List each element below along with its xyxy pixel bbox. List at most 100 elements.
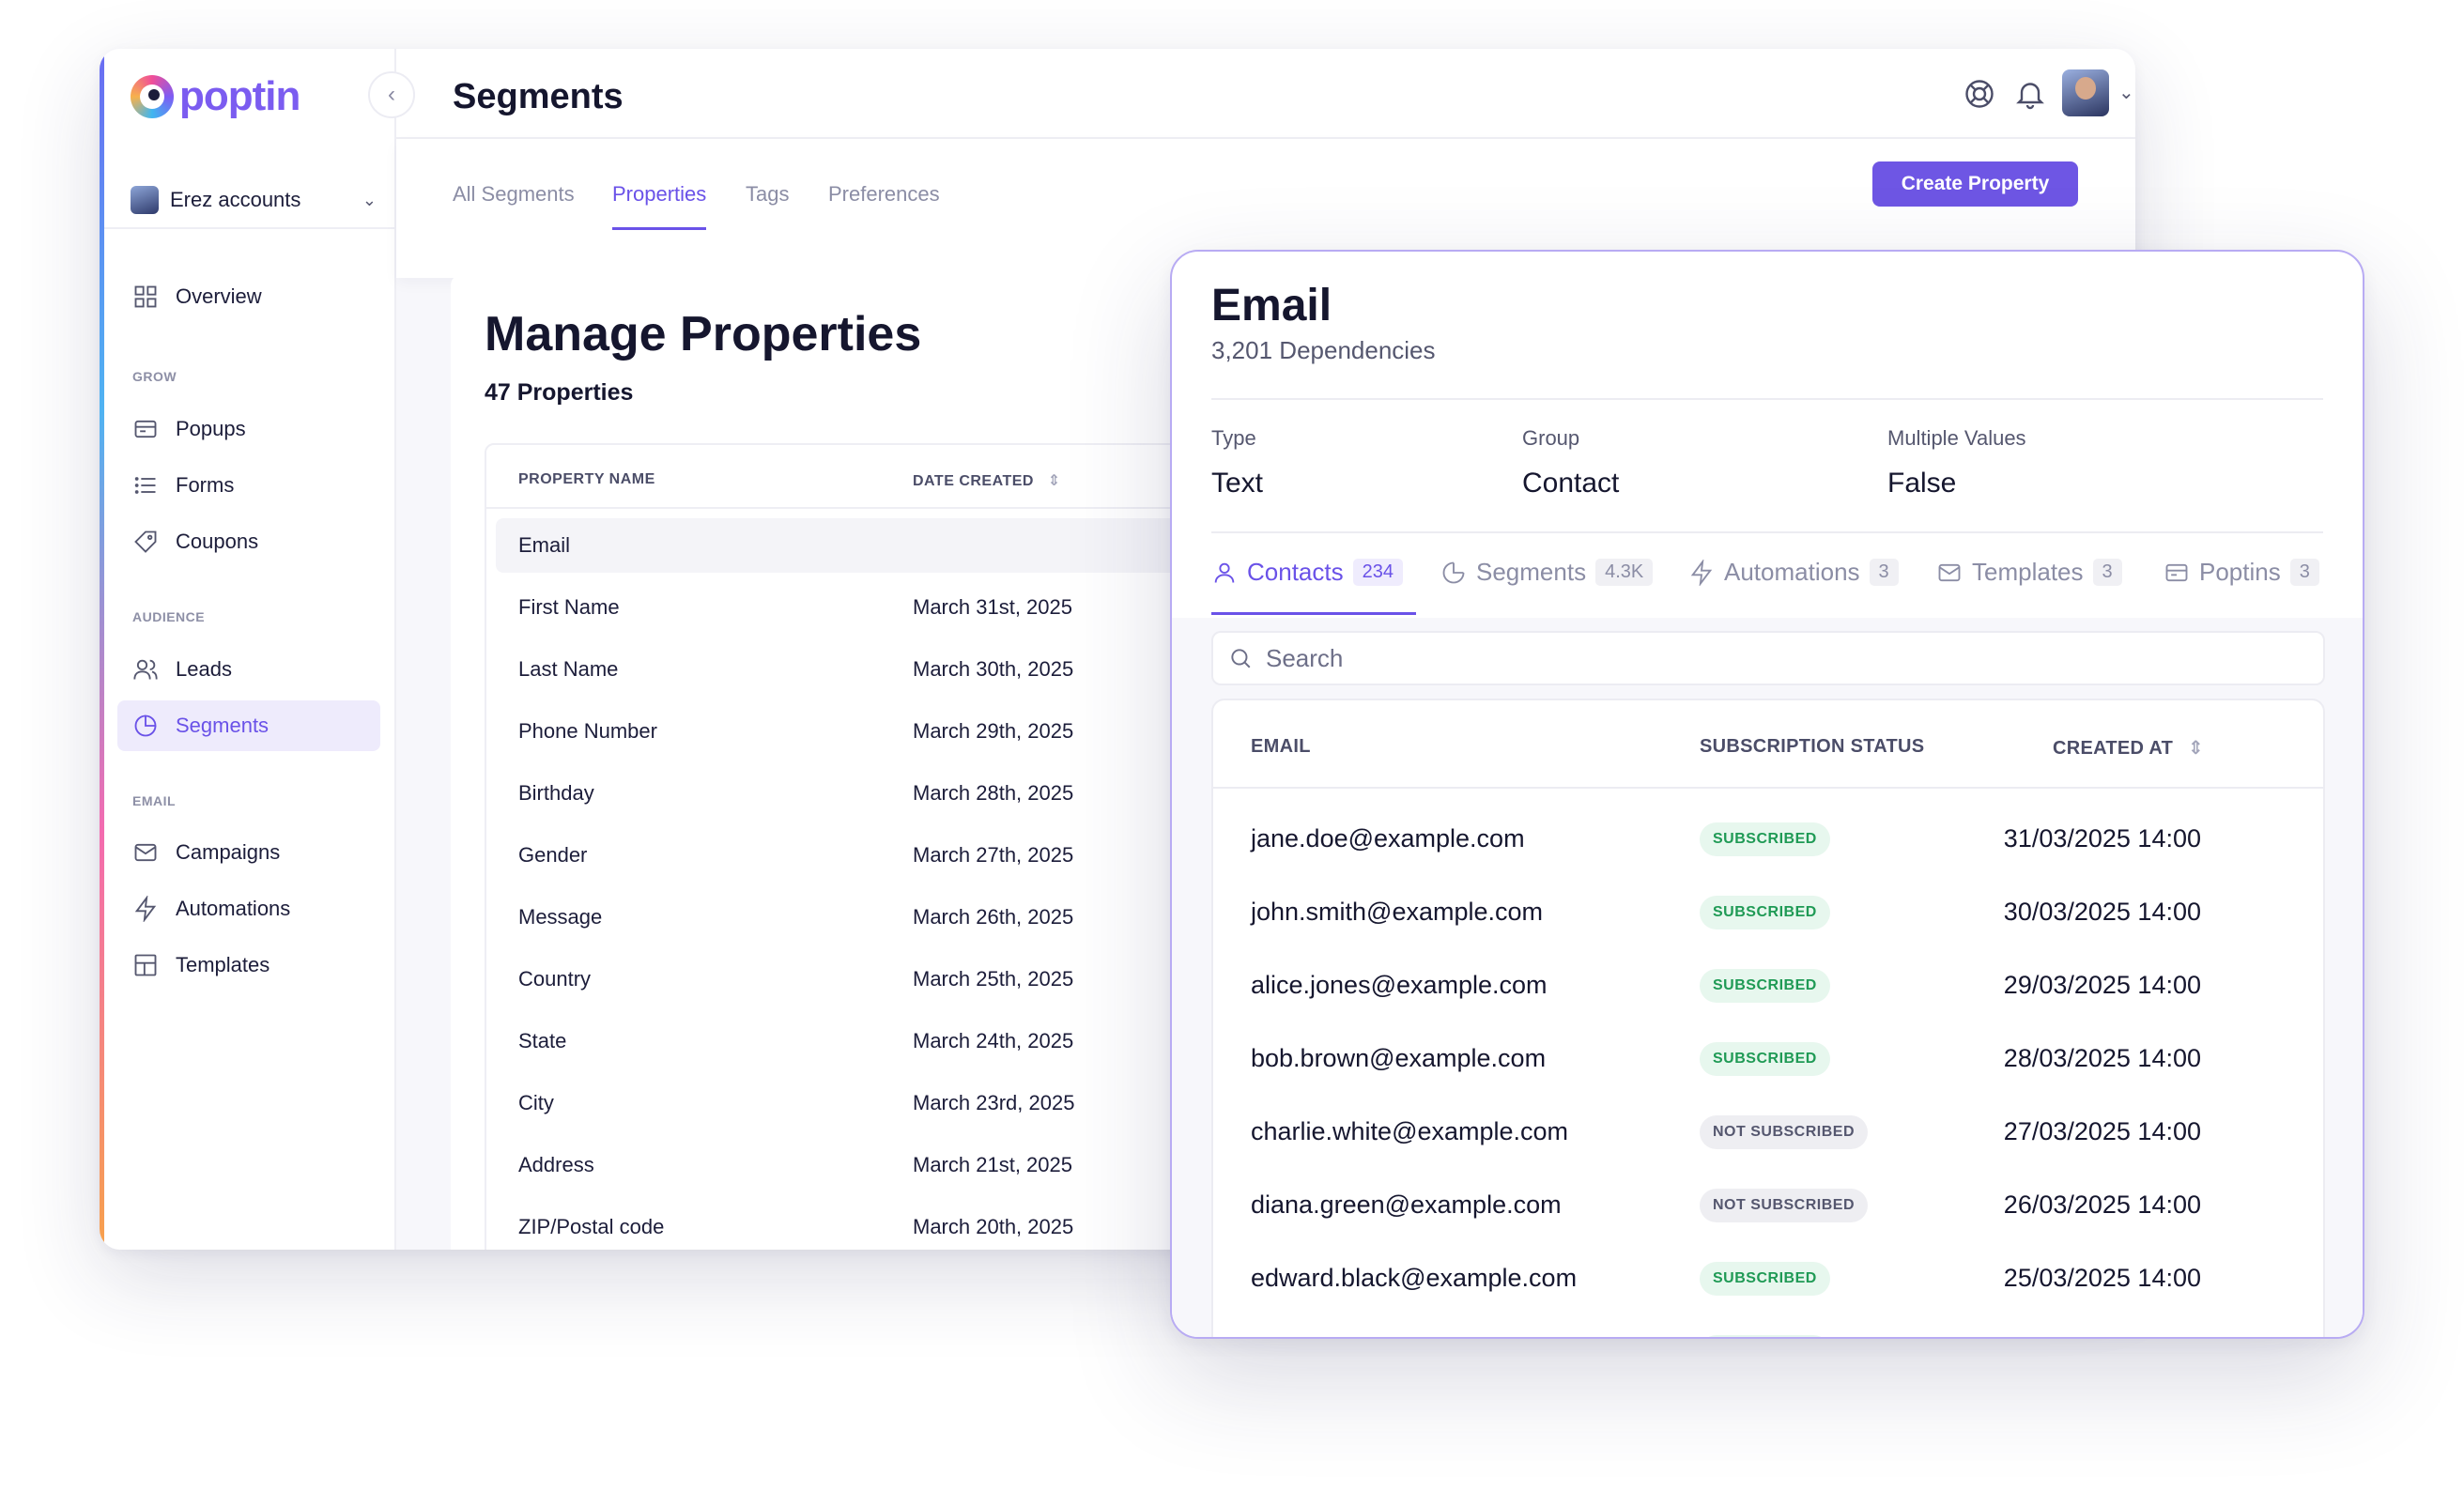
tab-contacts[interactable]: Contacts 234 <box>1211 558 1403 587</box>
mail-icon <box>132 839 159 866</box>
sidebar-item-automations[interactable]: Automations <box>117 883 380 934</box>
created-at: 31/03/2025 14:00 <box>2003 824 2201 853</box>
account-name: Erez accounts <box>170 188 301 211</box>
tab-properties[interactable]: Properties <box>612 182 707 230</box>
contact-email[interactable]: john.smith@example.com <box>1251 898 1543 927</box>
contact-email[interactable]: jane.doe@example.com <box>1251 824 1525 853</box>
sidebar-item-leads[interactable]: Leads <box>117 644 380 695</box>
user-icon <box>1214 562 1235 583</box>
count-badge: 234 <box>1352 559 1403 586</box>
help-icon[interactable] <box>1963 77 1996 111</box>
meta-label-multiple-values: Multiple Values <box>1887 426 2026 450</box>
column-header-sortable[interactable]: CREATED AT ⇕ <box>2053 736 2204 760</box>
column-header-sortable[interactable]: DATE CREATED ⇕ <box>913 471 1061 490</box>
table-row[interactable]: fiona.gray@example.com SUBSCRIBED 24/03/20… <box>1213 1316 2323 1339</box>
table-row[interactable]: bob.brown@example.com SUBSCRIBED 28/03/202… <box>1213 1023 2323 1097</box>
popup-icon <box>2165 563 2188 581</box>
status-badge: SUBSCRIBED <box>1700 969 1830 1003</box>
property-name: Phone Number <box>518 719 657 743</box>
table-row[interactable]: edward.black@example.com SUBSCRIBED 25/03/… <box>1213 1243 2323 1316</box>
table-row[interactable]: john.smith@example.com SUBSCRIBED 30/03/20… <box>1213 877 2323 950</box>
tab-label: Segments <box>1476 558 1587 586</box>
table-row[interactable]: diana.green@example.com NOT SUBSCRIBED 26/… <box>1213 1170 2323 1243</box>
tab-automations[interactable]: Automations 3 <box>1688 558 1899 587</box>
property-name: Email <box>518 533 571 557</box>
meta-value-type: Text <box>1211 468 1264 499</box>
date-created: March 29th, 2025 <box>913 719 1074 743</box>
tab-all-segments[interactable]: All Segments <box>453 182 575 227</box>
tab-segments[interactable]: Segments 4.3K <box>1440 558 1654 587</box>
tab-templates[interactable]: Templates 3 <box>1936 558 2122 587</box>
date-created: March 27th, 2025 <box>913 843 1074 867</box>
column-header-label: DATE CREATED <box>913 473 1034 489</box>
meta-label-group: Group <box>1522 426 1580 450</box>
search-icon <box>1231 649 1251 668</box>
table-row[interactable]: charlie.white@example.com NOT SUBSCRIBED 2… <box>1213 1097 2323 1170</box>
section-label-grow: GROW <box>132 369 177 384</box>
date-created: March 30th, 2025 <box>913 657 1074 681</box>
table-row[interactable]: alice.jones@example.com SUBSCRIBED 29/03/2… <box>1213 950 2323 1023</box>
sidebar-item-label: Segments <box>176 714 270 737</box>
logo-text: poptin <box>179 73 300 119</box>
search-input[interactable] <box>1266 643 2299 673</box>
table-row[interactable]: jane.doe@example.com SUBSCRIBED 31/03/2025… <box>1213 804 2323 877</box>
contacts-table: EMAIL SUBSCRIPTION STATUS CREATED AT ⇕ j… <box>1211 699 2325 1339</box>
sidebar-item-templates[interactable]: Templates <box>117 940 380 991</box>
user-avatar[interactable] <box>2062 69 2109 116</box>
contact-email[interactable]: edward.black@example.com <box>1251 1264 1577 1293</box>
sidebar-item-segments[interactable]: Segments <box>117 700 380 751</box>
status-badge: NOT SUBSCRIBED <box>1700 1115 1869 1149</box>
created-at: 29/03/2025 14:00 <box>2003 971 2201 999</box>
section-label-email: EMAIL <box>132 793 177 808</box>
chevron-down-icon[interactable]: ⌄ <box>2118 81 2134 104</box>
chevron-down-icon: ⌄ <box>362 190 377 209</box>
divider <box>1211 531 2323 533</box>
property-count: 47 Properties <box>485 379 634 406</box>
status-badge: SUBSCRIBED <box>1700 1262 1830 1296</box>
sidebar-item-coupons[interactable]: Coupons <box>117 516 380 567</box>
meta-value-multiple-values: False <box>1887 468 1957 499</box>
status-badge: SUBSCRIBED <box>1700 896 1830 929</box>
active-tab-indicator <box>1211 612 1416 615</box>
list-icon <box>132 472 159 499</box>
count-badge: 3 <box>2092 559 2122 586</box>
contact-email[interactable]: diana.green@example.com <box>1251 1190 1562 1220</box>
panel-subtitle: 3,201 Dependencies <box>1211 336 1436 364</box>
property-name: City <box>518 1091 554 1114</box>
pie-chart-icon <box>1442 561 1465 583</box>
column-header-label: CREATED AT <box>2053 738 2174 759</box>
property-name: Gender <box>518 843 588 867</box>
lightning-icon <box>132 896 159 922</box>
divider <box>1211 398 2323 400</box>
account-switcher[interactable]: Erez accounts ⌄ <box>131 186 377 214</box>
contact-email[interactable]: charlie.white@example.com <box>1251 1117 1568 1146</box>
bell-icon[interactable] <box>2013 77 2047 111</box>
sidebar-item-campaigns[interactable]: Campaigns <box>117 827 380 878</box>
count-badge: 3 <box>1869 559 1899 586</box>
logo-icon <box>131 75 174 118</box>
sidebar-item-overview[interactable]: Overview <box>117 271 380 322</box>
meta-label-type: Type <box>1211 426 1256 450</box>
collapse-sidebar-button[interactable]: ‹ <box>368 71 415 118</box>
header-divider <box>1213 787 2323 789</box>
column-header: SUBSCRIPTION STATUS <box>1700 736 1925 757</box>
sidebar-item-popups[interactable]: Popups <box>117 404 380 454</box>
tab-tags[interactable]: Tags <box>746 182 789 227</box>
sidebar: poptin Erez accounts ⌄ Overview GROW Pop… <box>104 49 396 1250</box>
date-created: March 20th, 2025 <box>913 1215 1074 1238</box>
create-property-button[interactable]: Create Property <box>1872 161 2078 207</box>
contact-email[interactable]: fiona.gray@example.com <box>1251 1337 1539 1339</box>
tab-preferences[interactable]: Preferences <box>828 182 940 227</box>
tab-poptins[interactable]: Poptins 3 <box>2164 558 2319 587</box>
logo[interactable]: poptin <box>131 73 300 120</box>
status-badge: SUBSCRIBED <box>1700 822 1830 856</box>
contact-email[interactable]: alice.jones@example.com <box>1251 971 1548 1000</box>
search-box[interactable] <box>1211 631 2325 685</box>
contact-email[interactable]: bob.brown@example.com <box>1251 1044 1546 1073</box>
sort-icon: ⇕ <box>2188 738 2205 759</box>
status-badge: SUBSCRIBED <box>1700 1042 1830 1076</box>
sidebar-item-forms[interactable]: Forms <box>117 460 380 511</box>
created-at: 25/03/2025 14:00 <box>2003 1264 2201 1292</box>
popup-icon <box>132 416 159 442</box>
property-detail-panel: Email 3,201 Dependencies Type Text Group… <box>1170 250 2364 1339</box>
